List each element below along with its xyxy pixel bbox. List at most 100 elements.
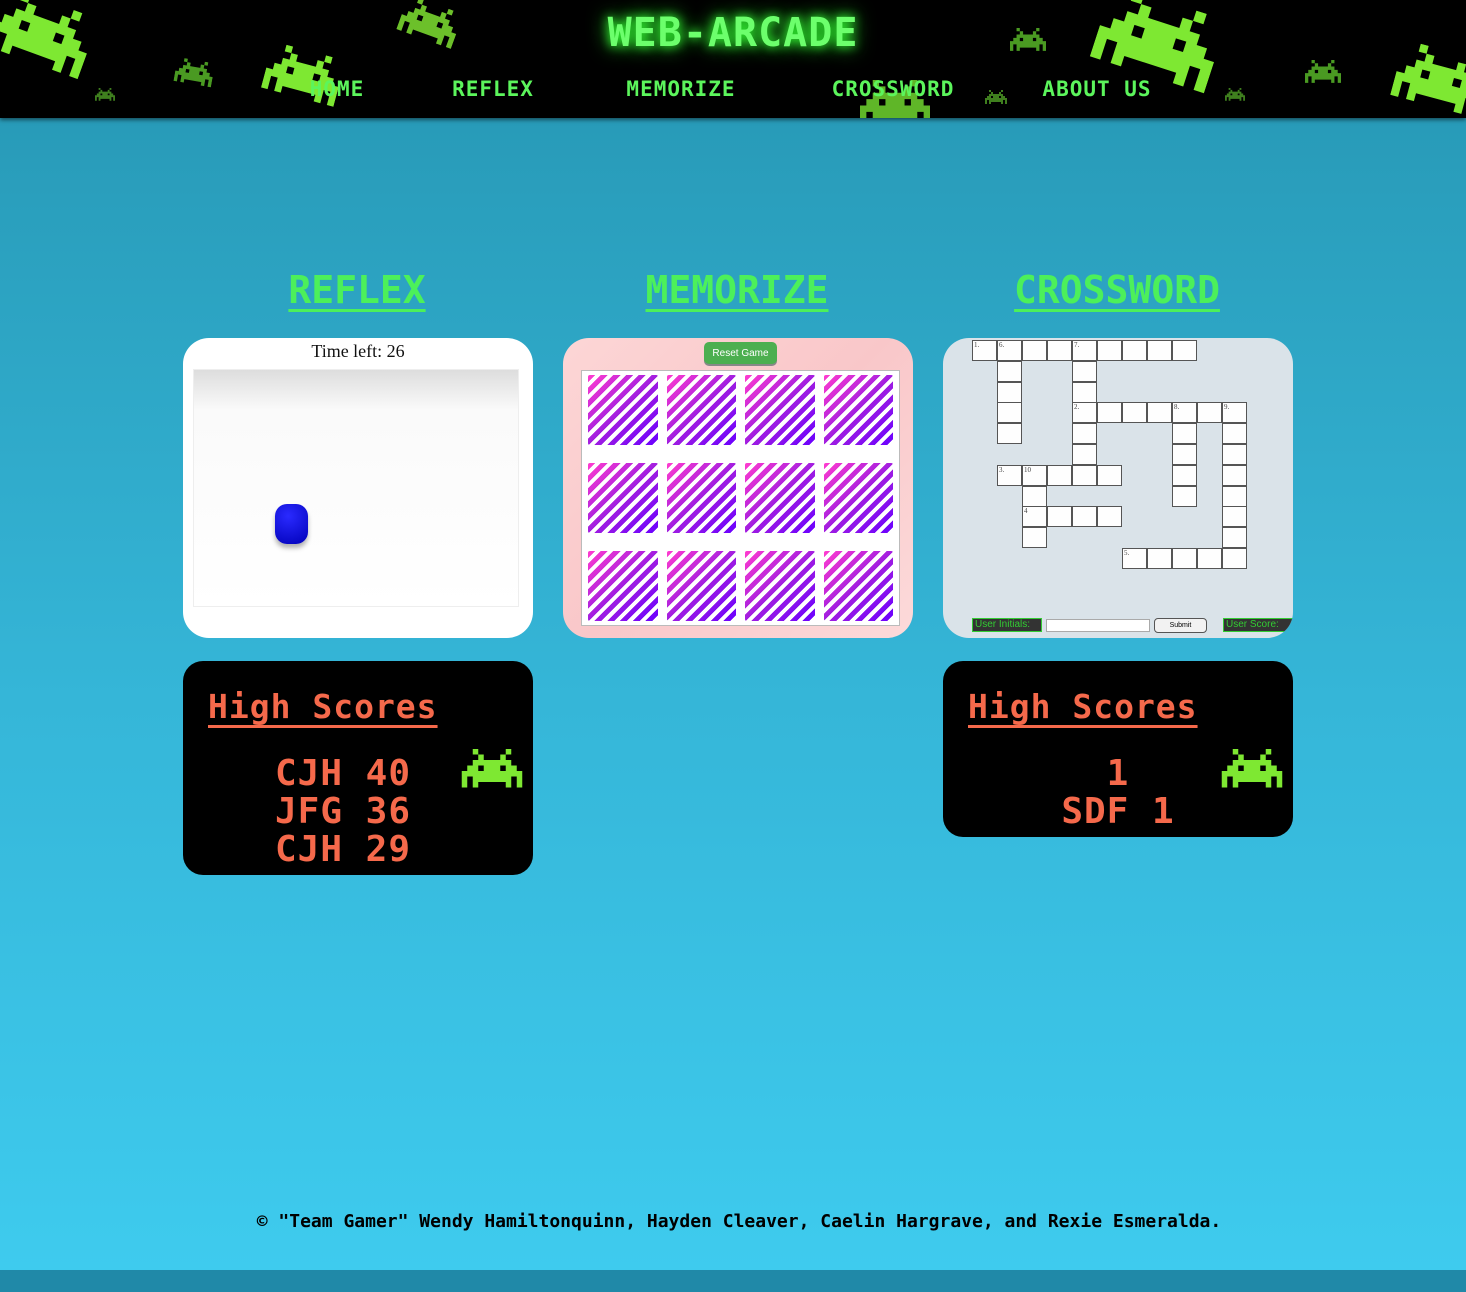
reset-game-button[interactable]: Reset Game <box>704 342 777 364</box>
reflex-field[interactable] <box>193 369 519 607</box>
crossword-cell[interactable] <box>1222 485 1247 507</box>
crossword-cell[interactable]: 7. <box>1072 340 1097 361</box>
memory-card[interactable] <box>588 463 658 533</box>
crossword-cell[interactable]: 2. <box>1072 402 1097 424</box>
crossword-cell[interactable]: 4 <box>1022 506 1047 528</box>
crossword-cell[interactable] <box>1147 340 1172 361</box>
memory-card[interactable] <box>666 463 736 533</box>
memory-board <box>581 370 900 626</box>
crossword-cell[interactable] <box>1172 444 1197 465</box>
user-initials-label: User Initials: <box>972 618 1042 632</box>
invader-icon <box>1305 60 1341 83</box>
crossword-cell[interactable] <box>1097 340 1122 361</box>
memory-card[interactable] <box>745 375 815 445</box>
memory-card[interactable] <box>745 463 815 533</box>
crossword-cell[interactable] <box>997 360 1022 382</box>
invader-icon <box>95 88 115 101</box>
crossword-heading-link[interactable]: CROSSWORD <box>1014 268 1220 312</box>
memory-card[interactable] <box>666 551 736 621</box>
crossword-cell[interactable] <box>1022 527 1047 549</box>
crossword-cell[interactable] <box>1072 506 1097 528</box>
memory-card[interactable] <box>823 463 893 533</box>
crossword-cell[interactable] <box>1072 381 1097 403</box>
score-row: JFG 36 <box>274 791 412 832</box>
memorize-game-preview[interactable]: Reset Game <box>563 338 913 638</box>
crossword-cell[interactable] <box>1072 464 1097 486</box>
score-row: 1 <box>1106 753 1130 794</box>
nav-memorize[interactable]: MEMORIZE <box>626 77 735 101</box>
crossword-cell[interactable] <box>1222 423 1247 445</box>
crossword-cell[interactable] <box>1197 402 1222 424</box>
invader-icon <box>173 58 213 88</box>
reflex-target[interactable] <box>275 504 308 544</box>
nav-reflex[interactable]: REFLEX <box>452 77 534 101</box>
crossword-cell[interactable] <box>1172 423 1197 445</box>
crossword-cell[interactable] <box>1147 548 1172 569</box>
nav-crossword[interactable]: CROSSWORD <box>832 77 955 101</box>
crossword-cell[interactable] <box>1097 506 1122 528</box>
crossword-cell[interactable] <box>1047 506 1072 528</box>
crossword-cell[interactable] <box>1072 360 1097 382</box>
score-row: CJH 40 <box>274 753 412 794</box>
crossword-cell[interactable]: 5. <box>1122 548 1147 569</box>
crossword-cell[interactable] <box>1222 464 1247 486</box>
crossword-cell[interactable]: 6. <box>997 340 1022 361</box>
crossword-cell[interactable] <box>997 402 1022 424</box>
site-title: WEB-ARCADE <box>607 10 859 56</box>
crossword-cell[interactable] <box>1122 402 1147 424</box>
crossword-cell[interactable] <box>1172 340 1197 361</box>
crossword-cell[interactable] <box>1172 464 1197 486</box>
submit-button[interactable]: Submit <box>1154 618 1207 633</box>
time-left: Time left: 26 <box>311 341 405 361</box>
crossword-cell[interactable] <box>1047 340 1072 361</box>
nav-about-us[interactable]: ABOUT US <box>1042 77 1151 101</box>
memory-card[interactable] <box>745 551 815 621</box>
crossword-cell[interactable] <box>1147 402 1172 424</box>
crossword-cell[interactable] <box>1197 548 1222 569</box>
memory-card[interactable] <box>588 551 658 621</box>
crossword-cell[interactable]: 10 <box>1022 464 1047 486</box>
user-initials-input[interactable] <box>1046 619 1150 632</box>
memory-card[interactable] <box>823 551 893 621</box>
high-scores-title: High Scores <box>968 687 1198 726</box>
invader-icon <box>1225 88 1245 101</box>
score-row: CJH 29 <box>274 829 412 870</box>
crossword-cell[interactable] <box>1022 485 1047 507</box>
crossword-cell[interactable]: 3. <box>997 464 1022 486</box>
crossword-cell[interactable] <box>1047 464 1072 486</box>
crossword-cell[interactable] <box>1172 548 1197 569</box>
reflex-heading-link[interactable]: REFLEX <box>288 268 425 312</box>
bottom-bar <box>0 1270 1466 1292</box>
crossword-cell[interactable] <box>1097 464 1122 486</box>
memory-card[interactable] <box>588 375 658 445</box>
memory-card[interactable] <box>823 375 893 445</box>
footer-credits: © "Team Gamer" Wendy Hamiltonquinn, Hayd… <box>256 1211 1222 1232</box>
crossword-cell[interactable] <box>1222 506 1247 528</box>
score-row: SDF 1 <box>1061 791 1175 832</box>
memory-card[interactable] <box>666 375 736 445</box>
crossword-cell[interactable]: 9. <box>1222 402 1247 424</box>
memorize-heading-link[interactable]: MEMORIZE <box>645 268 828 312</box>
site-header: WEB-ARCADE HOME REFLEX MEMORIZE CROSSWOR… <box>0 0 1466 118</box>
crossword-game-preview[interactable]: 1. 6. 7. 2. 8. 9. 3. 10 4 5. User Initials: Submi… <box>943 338 1293 638</box>
nav-home[interactable]: HOME <box>310 77 365 101</box>
crossword-cell[interactable] <box>1172 485 1197 507</box>
crossword-cell[interactable] <box>1022 340 1047 361</box>
crossword-cell[interactable] <box>1222 548 1247 569</box>
crossword-cell[interactable] <box>1122 340 1147 361</box>
crossword-cell[interactable] <box>1097 402 1122 424</box>
crossword-high-scores: High Scores 1 SDF 1 <box>943 661 1293 837</box>
crossword-cell[interactable]: 8. <box>1172 402 1197 424</box>
crossword-cell[interactable] <box>997 381 1022 403</box>
user-score-label: User Score: <box>1223 618 1293 632</box>
reflex-high-scores: High Scores CJH 40 JFG 36 CJH 29 <box>183 661 533 875</box>
crossword-cell[interactable] <box>1072 444 1097 465</box>
invader-icon <box>985 90 1007 104</box>
high-scores-title: High Scores <box>208 687 438 726</box>
crossword-cell[interactable] <box>997 423 1022 445</box>
crossword-cell[interactable] <box>1222 444 1247 465</box>
reflex-game-preview[interactable]: Time left: 26 <box>183 338 533 638</box>
crossword-cell[interactable]: 1. <box>972 340 997 361</box>
crossword-cell[interactable] <box>1072 423 1097 445</box>
crossword-cell[interactable] <box>1222 527 1247 549</box>
